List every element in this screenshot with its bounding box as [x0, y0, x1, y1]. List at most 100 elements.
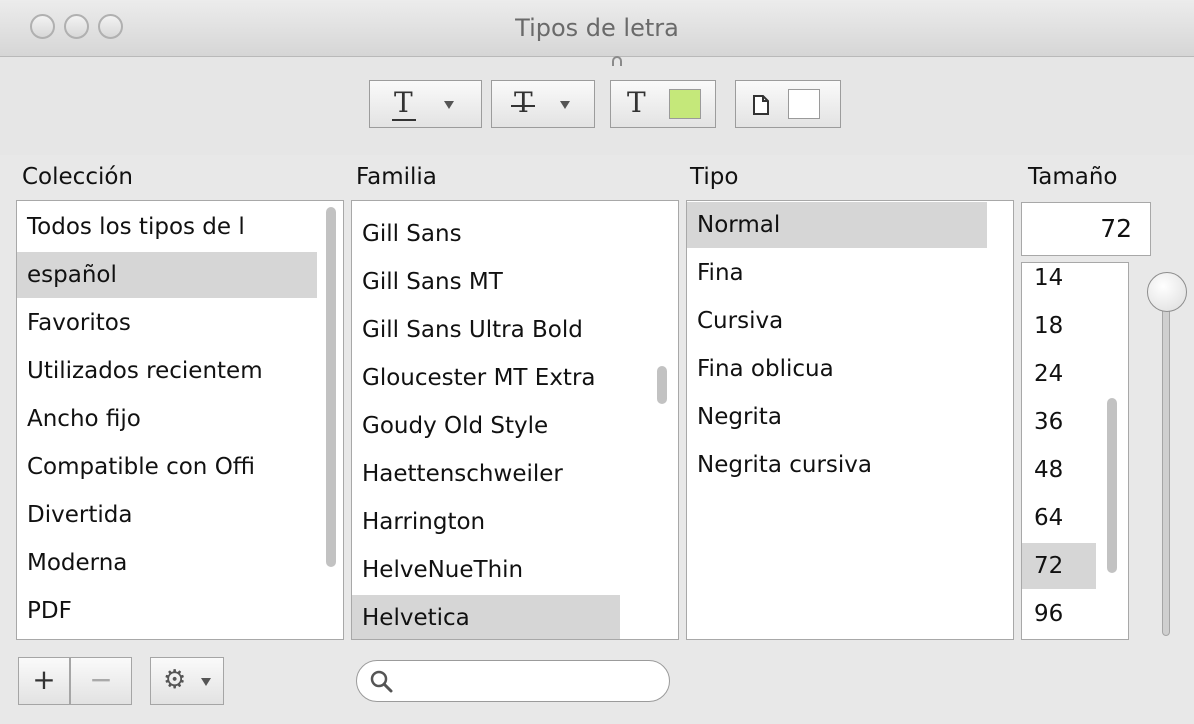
collection-item-label: Favoritos: [27, 310, 131, 336]
collection-item[interactable]: Moderna: [17, 540, 317, 586]
family-item-label: Gloucester MT Extra: [362, 365, 596, 391]
family-item[interactable]: Helvetica: [352, 595, 620, 639]
collection-item[interactable]: Compatible con Offi: [17, 444, 317, 490]
collection-item[interactable]: PDF: [17, 588, 317, 634]
family-item-label: HelveNueThin: [362, 557, 524, 583]
family-item[interactable]: Harrington: [352, 499, 620, 545]
column-header-bar: [0, 155, 1194, 199]
size-option-label: 72: [1034, 553, 1064, 579]
size-slider-thumb[interactable]: [1147, 272, 1187, 312]
chevron-down-icon: [560, 101, 570, 109]
search-icon: [370, 670, 393, 693]
family-item[interactable]: Haettenschweiler: [352, 451, 620, 497]
collection-item[interactable]: Ancho fijo: [17, 396, 317, 442]
search-field[interactable]: [356, 660, 670, 702]
family-item-label: Helvetica: [362, 605, 470, 631]
collection-item-label: Divertida: [27, 502, 133, 528]
chevron-down-icon: [444, 101, 454, 109]
window-titlebar: Tipos de letra: [0, 0, 1194, 57]
document-icon: [753, 95, 769, 115]
collection-item-label: español: [27, 262, 117, 288]
type-item[interactable]: Normal: [687, 202, 987, 248]
column-header-size: Tamaño: [1028, 164, 1118, 190]
collection-item[interactable]: Divertida: [17, 492, 317, 538]
column-header-collection: Colección: [22, 164, 134, 190]
size-slider-track[interactable]: [1162, 286, 1170, 636]
family-scrollbar[interactable]: [657, 366, 667, 404]
type-item[interactable]: Cursiva: [687, 298, 987, 344]
size-option[interactable]: 48: [1022, 447, 1096, 493]
gear-icon: ⚙: [163, 665, 187, 695]
size-option[interactable]: 96: [1022, 591, 1096, 637]
size-option[interactable]: 64: [1022, 495, 1096, 541]
underline-button[interactable]: T: [369, 80, 482, 128]
family-item[interactable]: Gill Sans Ultra Bold: [352, 307, 620, 353]
type-item[interactable]: Negrita cursiva: [687, 442, 987, 488]
chevron-down-icon: [201, 678, 211, 686]
size-option[interactable]: 18: [1022, 303, 1096, 349]
size-option[interactable]: 24: [1022, 351, 1096, 397]
collection-item-label: PDF: [27, 598, 72, 624]
size-option[interactable]: 14: [1022, 263, 1096, 301]
type-item-label: Fina: [697, 260, 744, 286]
family-item[interactable]: Gloucester MT Extra: [352, 355, 620, 401]
family-item[interactable]: Goudy Old Style: [352, 403, 620, 449]
collection-item[interactable]: español: [17, 252, 317, 298]
collection-item-label: Ancho fijo: [27, 406, 141, 432]
family-item-label: Goudy Old Style: [362, 413, 549, 439]
family-item[interactable]: Gill Sans MT: [352, 259, 620, 305]
size-option-label: 14: [1034, 265, 1064, 291]
collection-item[interactable]: Utilizados recientem: [17, 348, 317, 394]
size-option-label: 48: [1034, 457, 1064, 483]
text-color-button[interactable]: T: [610, 80, 716, 128]
type-list[interactable]: Negrita cursiva Negrita Fina oblicua Cursiv…: [686, 200, 1014, 640]
type-item-label: Fina oblicua: [697, 356, 834, 382]
strikethrough-icon: T: [514, 86, 533, 119]
document-color-button[interactable]: [735, 80, 841, 128]
text-color-swatch: [669, 89, 701, 119]
size-option[interactable]: 36: [1022, 399, 1096, 445]
toolbar: [0, 57, 1194, 155]
family-item-label: Haettenschweiler: [362, 461, 563, 487]
toolbar-toggle-handle[interactable]: [612, 56, 622, 66]
strikethrough-button[interactable]: T: [491, 80, 595, 128]
size-option[interactable]: 72: [1022, 543, 1096, 589]
action-menu-button[interactable]: ⚙: [150, 657, 224, 705]
size-option-label: 24: [1034, 361, 1064, 387]
type-item[interactable]: Fina oblicua: [687, 346, 987, 392]
type-item-label: Negrita: [697, 404, 782, 430]
size-input[interactable]: 72: [1021, 202, 1151, 256]
size-scrollbar[interactable]: [1107, 398, 1117, 573]
family-item-label: Gill Sans Ultra Bold: [362, 317, 583, 343]
document-color-swatch: [788, 89, 820, 119]
search-input[interactable]: [401, 667, 655, 697]
size-list[interactable]: 96 72 64 48 36 24 18 14: [1021, 262, 1129, 640]
text-color-icon: T: [627, 86, 646, 119]
add-collection-button[interactable]: +: [18, 657, 70, 705]
size-option-label: 36: [1034, 409, 1064, 435]
collection-item[interactable]: Todos los tipos de l: [17, 204, 317, 250]
type-item[interactable]: Fina: [687, 250, 987, 296]
type-item[interactable]: Negrita: [687, 394, 987, 440]
column-header-type: Tipo: [690, 164, 739, 190]
underline-mark: [392, 119, 416, 121]
collection-scrollbar[interactable]: [326, 207, 336, 567]
remove-collection-button[interactable]: −: [70, 657, 132, 705]
size-option-label: 18: [1034, 313, 1064, 339]
column-header-family: Familia: [356, 164, 437, 190]
collection-item-label: Todos los tipos de l: [27, 214, 245, 240]
family-item[interactable]: Gill Sans: [352, 211, 620, 257]
collection-item-label: Moderna: [27, 550, 128, 576]
collection-item-label: Compatible con Offi: [27, 454, 256, 480]
family-item-label: Gill Sans MT: [362, 269, 503, 295]
type-item-label: Negrita cursiva: [697, 452, 872, 478]
size-option-label: 96: [1034, 601, 1064, 627]
collection-list[interactable]: PDF Moderna Divertida Compatible con Offi An…: [16, 200, 344, 640]
collection-item[interactable]: Favoritos: [17, 300, 317, 346]
family-list[interactable]: Helvetica HelveNueThin Harrington Haettensc…: [351, 200, 679, 640]
window-title: Tipos de letra: [515, 14, 679, 42]
underline-icon: T: [394, 86, 413, 119]
family-item-label: Harrington: [362, 509, 486, 535]
strike-mark: [511, 105, 535, 107]
family-item[interactable]: HelveNueThin: [352, 547, 620, 593]
